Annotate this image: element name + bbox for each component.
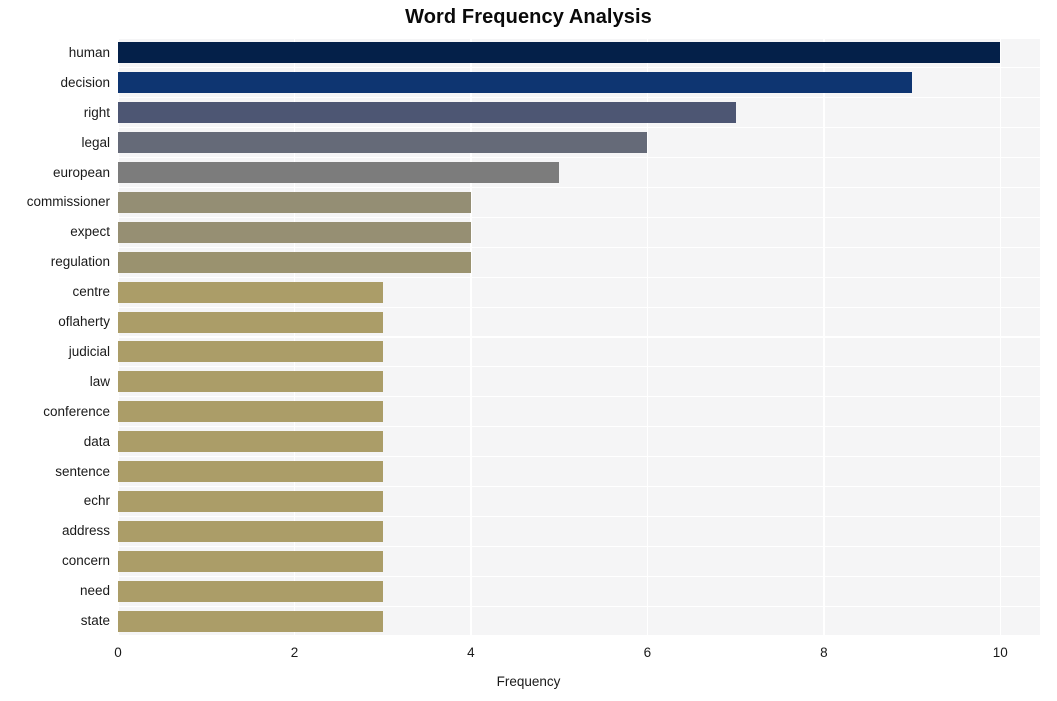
bars-layer (118, 38, 1040, 636)
x-tick-label-8: 8 (820, 645, 828, 660)
x-axis-title: Frequency (496, 674, 561, 689)
bar-state[interactable] (118, 610, 383, 632)
y-tick-label-human: human (68, 44, 110, 60)
x-tick-label-0: 0 (114, 645, 122, 660)
y-tick-label-address: address (61, 523, 110, 539)
y-tick-label-centre: centre (72, 284, 110, 300)
plot-area (117, 37, 1040, 637)
bar-conference[interactable] (118, 401, 383, 423)
x-tick-label-2: 2 (290, 645, 299, 660)
x-tick-label-6: 6 (643, 645, 652, 660)
x-tick-label-10: 10 (992, 645, 1008, 660)
y-axis-tick-labels: human decision right legal european commissio… (0, 38, 110, 636)
bar-need[interactable] (118, 580, 383, 602)
y-tick-label-need: need (79, 583, 110, 599)
y-tick-label-judicial: judicial (68, 343, 110, 359)
bar-law[interactable] (118, 371, 383, 393)
bar-legal[interactable] (118, 132, 648, 154)
y-tick-label-law: law (89, 373, 110, 389)
y-tick-label-european: european (52, 164, 110, 180)
y-tick-label-conference: conference (43, 403, 110, 419)
word-frequency-chart-figure: Word Frequency Analysis human decision rig… (0, 0, 1057, 701)
bar-decision[interactable] (118, 72, 913, 94)
bar-sentence[interactable] (118, 461, 383, 483)
x-axis-tick-labels: 0 2 4 6 8 10 (0, 636, 1057, 666)
bar-expect[interactable] (118, 221, 471, 243)
y-tick-label-expect: expect (70, 224, 110, 240)
y-tick-label-decision: decision (60, 74, 110, 90)
y-tick-label-echr: echr (83, 493, 110, 509)
bar-judicial[interactable] (118, 341, 383, 363)
bar-commissioner[interactable] (118, 191, 471, 213)
y-tick-label-concern: concern (61, 553, 110, 569)
bar-concern[interactable] (118, 550, 383, 572)
bar-address[interactable] (118, 520, 383, 542)
y-tick-label-data: data (83, 433, 110, 449)
bar-echr[interactable] (118, 490, 383, 512)
bar-regulation[interactable] (118, 251, 471, 273)
bar-data[interactable] (118, 431, 383, 453)
bar-centre[interactable] (118, 281, 383, 303)
y-tick-label-regulation: regulation (50, 254, 110, 270)
y-tick-label-oflaherty: oflaherty (58, 314, 110, 330)
y-tick-label-legal: legal (81, 134, 110, 150)
chart-title: Word Frequency Analysis (405, 6, 652, 28)
x-tick-label-4: 4 (467, 645, 475, 660)
bar-human[interactable] (118, 42, 1001, 64)
y-tick-label-right: right (83, 104, 110, 120)
y-tick-label-commissioner: commissioner (26, 194, 110, 210)
bar-oflaherty[interactable] (118, 311, 383, 333)
bar-european[interactable] (118, 162, 560, 184)
y-tick-label-state: state (80, 613, 110, 629)
y-tick-label-sentence: sentence (55, 463, 110, 479)
bar-right[interactable] (118, 102, 736, 124)
